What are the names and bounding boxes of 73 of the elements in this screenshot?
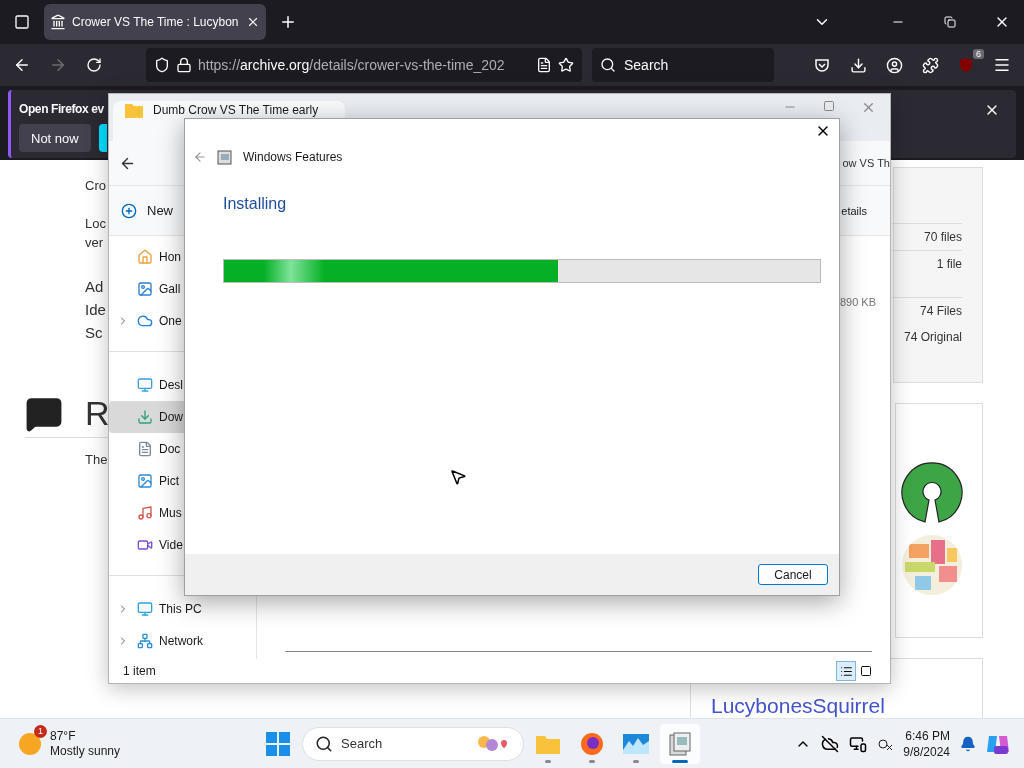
search-field[interactable]: Search (592, 48, 774, 82)
network-icon (137, 633, 153, 649)
cursor-icon (449, 468, 467, 486)
cloud-off-icon[interactable] (821, 734, 840, 753)
downloads-icon (137, 409, 153, 425)
paragraph-text: Loc (85, 215, 106, 233)
close-icon[interactable] (246, 15, 260, 29)
gallery-icon (137, 281, 153, 297)
plus-circle-icon (121, 202, 137, 219)
total-files: 74 Original (902, 329, 962, 346)
notification-message: Open Firefox ev (19, 102, 104, 116)
home-icon (137, 249, 153, 265)
details-button[interactable]: etails (841, 204, 867, 217)
pc-icon (137, 601, 153, 617)
body-text: The (85, 452, 108, 467)
window-features-icon (217, 149, 233, 165)
shield-icon (154, 57, 170, 73)
firefox-icon (580, 731, 604, 756)
paragraph-text: Sc (85, 323, 103, 343)
square-icon (860, 665, 872, 677)
cancel-button[interactable]: Cancel (758, 564, 828, 585)
taskbar-app[interactable] (660, 723, 700, 764)
paragraph-text: Cro (85, 177, 106, 195)
pictures-icon (137, 473, 153, 489)
address-field[interactable]: https://archive.org/details/crower-vs-the-time_202 (146, 48, 582, 82)
status-heading: Installing (223, 195, 288, 213)
paragraph-text: Ide (85, 300, 106, 320)
bell-icon[interactable] (960, 735, 976, 752)
search-icon (315, 734, 333, 753)
file-count: 70 files (892, 223, 962, 250)
documents-icon (137, 441, 153, 457)
maximize-icon[interactable] (823, 100, 835, 112)
file-size: 890 KB (839, 296, 876, 308)
file-count: 1 file (892, 250, 962, 277)
browser-tab[interactable]: Crower VS The Time : Lucybon (44, 4, 266, 40)
clock-time: 6:46 PM (905, 727, 950, 744)
photos-icon (623, 733, 649, 754)
list-icon (839, 664, 853, 678)
details-view-button[interactable] (836, 661, 856, 681)
music-icon (137, 505, 153, 521)
temperature: 87°F (50, 728, 77, 744)
cloud-icon (137, 313, 153, 329)
search-icon (600, 57, 616, 73)
new-button[interactable]: New (121, 202, 173, 219)
notification-badge: 1 (34, 724, 47, 738)
total-files: 74 Files (892, 297, 962, 324)
section-heading: R (85, 394, 110, 433)
window-features-icon (669, 731, 691, 756)
extension-badge: 6 (973, 49, 984, 59)
nav-item[interactable]: This PC (109, 593, 256, 625)
uploader-link[interactable]: LucybonesSquirrel (711, 694, 885, 718)
weather-condition: Mostly sunny (50, 743, 121, 759)
folder-icon (125, 103, 143, 118)
address-text[interactable]: ow VS Th (842, 157, 890, 169)
status-text: 1 item (123, 664, 156, 678)
archive-icon (50, 14, 66, 30)
primary-button[interactable] (98, 124, 107, 152)
nav-item[interactable]: Network (109, 625, 256, 657)
dialog-title: Windows Features (243, 150, 343, 164)
open-source-logo-icon (901, 462, 963, 524)
paragraph-text: ver (85, 234, 104, 252)
not-now-button[interactable]: Not now (19, 124, 91, 152)
taskbar-search-field[interactable]: Search (302, 726, 524, 761)
star-icon[interactable] (558, 57, 574, 73)
desktop-icon (137, 377, 153, 393)
paragraph-text: Ad (85, 277, 104, 297)
devices-icon[interactable] (849, 734, 868, 753)
clock-date: 9/8/2024 (903, 743, 950, 760)
tab-title: Crower VS The Time : Lucybon (72, 15, 240, 29)
reader-icon[interactable] (536, 57, 552, 73)
videos-icon (137, 537, 153, 553)
start-icon[interactable] (266, 731, 290, 756)
lock-icon (176, 57, 192, 73)
